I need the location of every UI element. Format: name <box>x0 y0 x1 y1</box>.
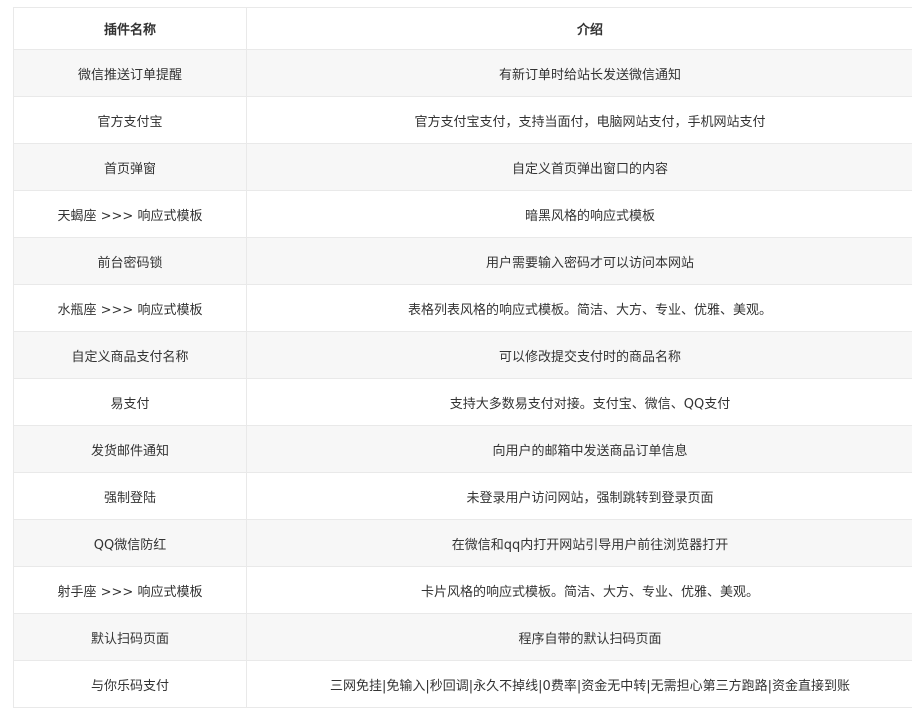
plugin-description-cell: 支持大多数易支付对接。支付宝、微信、QQ支付 <box>246 378 912 426</box>
column-header-description: 介绍 <box>246 7 912 50</box>
plugin-name-cell: 微信推送订单提醒 <box>13 49 247 97</box>
plugin-description-cell: 自定义首页弹出窗口的内容 <box>246 143 912 191</box>
table-row: 强制登陆 未登录用户访问网站，强制跳转到登录页面 <box>13 472 912 520</box>
plugin-name-cell: 前台密码锁 <box>13 237 247 285</box>
plugin-description-cell: 官方支付宝支付，支持当面付，电脑网站支付，手机网站支付 <box>246 96 912 144</box>
plugin-name-cell: QQ微信防红 <box>13 519 247 567</box>
plugin-description-cell: 未登录用户访问网站，强制跳转到登录页面 <box>246 472 912 520</box>
plugin-description-cell: 向用户的邮箱中发送商品订单信息 <box>246 425 912 473</box>
plugin-name-cell: 首页弹窗 <box>13 143 247 191</box>
plugin-name-cell: 强制登陆 <box>13 472 247 520</box>
column-header-plugin-name: 插件名称 <box>13 7 247 50</box>
table-body: 微信推送订单提醒 有新订单时给站长发送微信通知 官方支付宝 官方支付宝支付，支持… <box>13 49 912 708</box>
table-row: 首页弹窗 自定义首页弹出窗口的内容 <box>13 143 912 191</box>
table-row: 射手座 >>> 响应式模板 卡片风格的响应式模板。简洁、大方、专业、优雅、美观。 <box>13 566 912 614</box>
table-row: 前台密码锁 用户需要输入密码才可以访问本网站 <box>13 237 912 285</box>
plugin-name-cell: 默认扫码页面 <box>13 613 247 661</box>
table-row: 默认扫码页面 程序自带的默认扫码页面 <box>13 613 912 661</box>
plugin-description-cell: 程序自带的默认扫码页面 <box>246 613 912 661</box>
plugin-name-cell: 射手座 >>> 响应式模板 <box>13 566 247 614</box>
plugin-name-cell: 天蝎座 >>> 响应式模板 <box>13 190 247 238</box>
table-row: 易支付 支持大多数易支付对接。支付宝、微信、QQ支付 <box>13 378 912 426</box>
plugin-name-cell: 自定义商品支付名称 <box>13 331 247 379</box>
plugin-name-cell: 水瓶座 >>> 响应式模板 <box>13 284 247 332</box>
table-row: QQ微信防红 在微信和qq内打开网站引导用户前往浏览器打开 <box>13 519 912 567</box>
plugin-table: 插件名称 介绍 微信推送订单提醒 有新订单时给站长发送微信通知 官方支付宝 官方… <box>13 7 912 708</box>
plugin-table-container: 插件名称 介绍 微信推送订单提醒 有新订单时给站长发送微信通知 官方支付宝 官方… <box>13 7 912 708</box>
plugin-description-cell: 卡片风格的响应式模板。简洁、大方、专业、优雅、美观。 <box>246 566 912 614</box>
plugin-description-cell: 在微信和qq内打开网站引导用户前往浏览器打开 <box>246 519 912 567</box>
plugin-name-cell: 官方支付宝 <box>13 96 247 144</box>
plugin-name-cell: 与你乐码支付 <box>13 660 247 708</box>
table-header: 插件名称 介绍 <box>13 7 912 50</box>
plugin-description-cell: 可以修改提交支付时的商品名称 <box>246 331 912 379</box>
table-row: 天蝎座 >>> 响应式模板 暗黑风格的响应式模板 <box>13 190 912 238</box>
table-row: 微信推送订单提醒 有新订单时给站长发送微信通知 <box>13 49 912 97</box>
plugin-name-cell: 易支付 <box>13 378 247 426</box>
table-row: 水瓶座 >>> 响应式模板 表格列表风格的响应式模板。简洁、大方、专业、优雅、美… <box>13 284 912 332</box>
table-row: 发货邮件通知 向用户的邮箱中发送商品订单信息 <box>13 425 912 473</box>
table-row: 官方支付宝 官方支付宝支付，支持当面付，电脑网站支付，手机网站支付 <box>13 96 912 144</box>
plugin-description-cell: 三网免挂|免输入|秒回调|永久不掉线|0费率|资金无中转|无需担心第三方跑路|资… <box>246 660 912 708</box>
table-row: 自定义商品支付名称 可以修改提交支付时的商品名称 <box>13 331 912 379</box>
plugin-name-cell: 发货邮件通知 <box>13 425 247 473</box>
plugin-description-cell: 表格列表风格的响应式模板。简洁、大方、专业、优雅、美观。 <box>246 284 912 332</box>
header-row: 插件名称 介绍 <box>13 7 912 50</box>
plugin-description-cell: 暗黑风格的响应式模板 <box>246 190 912 238</box>
plugin-description-cell: 用户需要输入密码才可以访问本网站 <box>246 237 912 285</box>
plugin-description-cell: 有新订单时给站长发送微信通知 <box>246 49 912 97</box>
table-row: 与你乐码支付 三网免挂|免输入|秒回调|永久不掉线|0费率|资金无中转|无需担心… <box>13 660 912 708</box>
